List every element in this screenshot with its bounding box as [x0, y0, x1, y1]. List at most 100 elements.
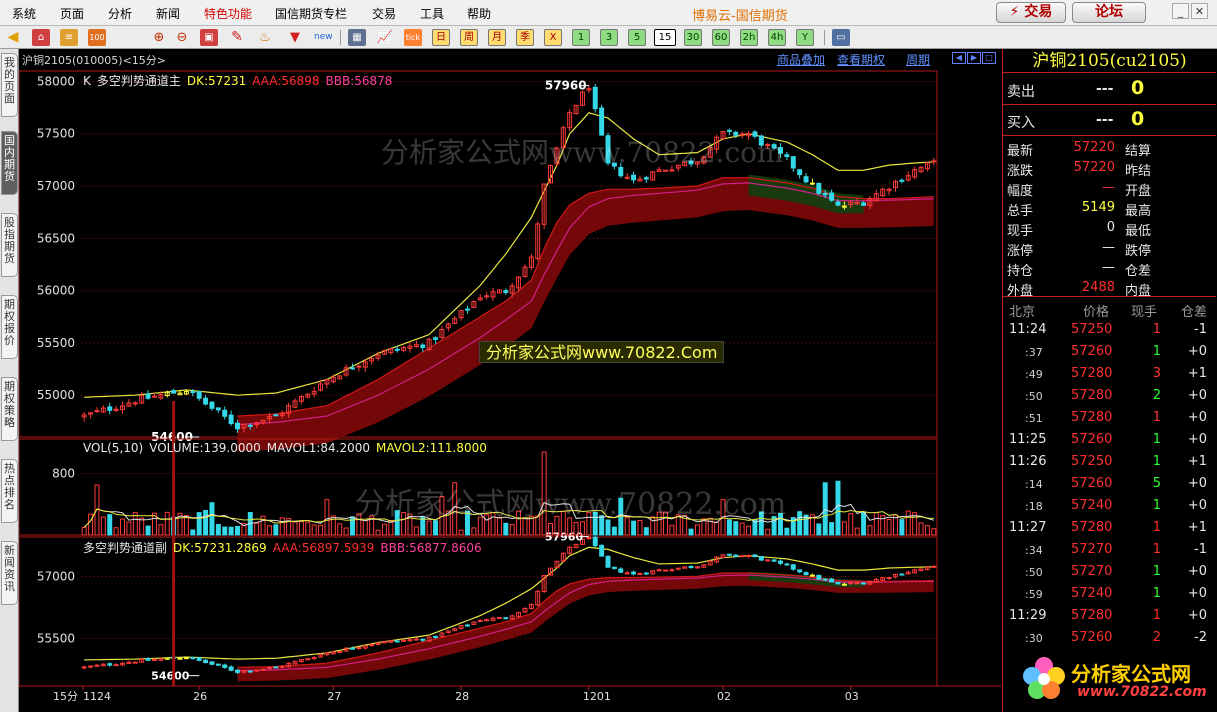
candle-body [132, 402, 138, 405]
main-dk-value: DK:57231 [186, 74, 247, 88]
period-1m-button[interactable]: 1 [572, 29, 590, 46]
candle-body [433, 635, 439, 638]
menu-item-tools[interactable]: 工具 [420, 5, 444, 22]
tick-time: :18 [1025, 500, 1043, 513]
volume-bar [94, 484, 100, 536]
volume-bar [228, 526, 234, 536]
period-year-button[interactable]: Y [796, 29, 814, 46]
candle-body [771, 559, 777, 562]
minimize-icon[interactable]: _ [1172, 3, 1189, 19]
tick-position-change: +0 [1187, 410, 1207, 425]
period-week-button[interactable]: 周 [460, 29, 478, 46]
new-icon[interactable]: new [314, 29, 333, 46]
zoom-in-icon[interactable]: ⊕ [150, 29, 168, 46]
candle-body [822, 192, 828, 196]
hundred-icon[interactable]: 100 [88, 29, 106, 46]
period-4h-button[interactable]: 4h [768, 29, 786, 46]
period-60m-button[interactable]: 60 [712, 29, 730, 46]
sidetab-hot-ranking[interactable]: 热点排名 [1, 459, 18, 523]
period-day-button[interactable]: 日 [432, 29, 450, 46]
contract-code-label: 沪铜2105(010005)<15分> [22, 54, 166, 67]
candle-body [107, 406, 113, 411]
tick-volume: 2 [1152, 388, 1161, 403]
forum-button[interactable]: 论坛 [1072, 2, 1146, 23]
chart-canvas[interactable]: 55000555005600056500570005750058000 57960… [19, 67, 1001, 712]
volume-bar [362, 519, 368, 536]
period-30m-button[interactable]: 30 [684, 29, 702, 46]
commodity-overlay-link[interactable]: 商品叠加 [777, 51, 825, 68]
volume-bar [433, 520, 439, 536]
scroll-left-icon[interactable]: ◀ [952, 52, 966, 64]
tick-volume: 1 [1152, 410, 1161, 425]
candle-body [183, 657, 189, 660]
candle-body [484, 295, 490, 298]
sub-pane-title: 多空判势通道副 [83, 541, 168, 555]
volume-bar [899, 519, 905, 536]
period-x-button[interactable]: X [544, 29, 562, 46]
candle-body [592, 86, 598, 110]
view-options-link[interactable]: 查看期权 [837, 51, 885, 68]
x-tick-label: 28 [455, 690, 469, 703]
close-icon[interactable]: ✕ [1191, 3, 1208, 19]
sidetab-index-futures[interactable]: 股指期货 [1, 213, 18, 277]
volume-bar [541, 451, 547, 536]
volume-bar [592, 511, 598, 536]
quote-value: 2488 [1081, 280, 1115, 295]
period-15m-button[interactable]: 15 [654, 29, 676, 46]
scroll-right-icon[interactable]: ▶ [967, 52, 981, 64]
quote-label: 昨结 [1125, 164, 1152, 179]
monitor-icon[interactable]: ▭ [832, 29, 850, 46]
home-icon[interactable]: ⌂ [32, 29, 50, 46]
tick-row: :50 57280 2 +0 [1003, 385, 1216, 407]
zoom-out-icon[interactable]: ⊖ [173, 29, 191, 46]
menu-item-news[interactable]: 新闻 [156, 5, 180, 22]
menu-item-trade[interactable]: 交易 [372, 5, 396, 22]
candle-body [254, 669, 260, 672]
chart-area[interactable]: 沪铜2105(010005)<15分> 商品叠加 查看期权 周期 ◀ ▶ □ 5… [19, 49, 1001, 712]
period-quarter-button[interactable]: 季 [516, 29, 534, 46]
volume-bar [841, 521, 847, 536]
volume-pane-title: VOL(5,10) [83, 441, 144, 455]
period-2h-button[interactable]: 2h [740, 29, 758, 46]
sidetab-my-page[interactable]: 我的页面 [1, 53, 18, 117]
period-5m-button[interactable]: 5 [628, 29, 646, 46]
sidetab-news[interactable]: 新闻资讯 [1, 541, 18, 605]
volume-bar [714, 521, 720, 536]
menu-item-analysis[interactable]: 分析 [108, 5, 132, 22]
line-chart-icon[interactable]: 📈 [376, 29, 394, 46]
menu-item-guoxin-column[interactable]: 国信期货专栏 [275, 5, 347, 22]
period-month-button[interactable]: 月 [488, 29, 506, 46]
orderbook-bid-row: 买入 --- 0 [1003, 105, 1216, 136]
candle-body [829, 192, 835, 201]
back-arrow-icon[interactable]: ◀ [4, 29, 22, 46]
trade-button[interactable]: ⚡ 交易 [996, 2, 1066, 23]
indicator-icon[interactable]: ♨ [256, 29, 274, 46]
menu-item-help[interactable]: 帮助 [467, 5, 491, 22]
x-tick-label: 1201 [583, 690, 611, 703]
period-link[interactable]: 周期 [906, 51, 930, 68]
menu-item-page[interactable]: 页面 [60, 5, 84, 22]
menu-item-features[interactable]: 特色功能 [204, 5, 252, 22]
candle-body [752, 554, 758, 558]
quote-list-icon[interactable]: ≡ [60, 29, 78, 46]
draw-line-icon[interactable]: ✎ [228, 29, 246, 46]
tick-icon[interactable]: tick [404, 29, 422, 46]
sidetab-options-quotes[interactable]: 期权报价 [1, 295, 18, 359]
quote-value: — [1102, 180, 1115, 195]
period-3m-button[interactable]: 3 [600, 29, 618, 46]
window-icon[interactable]: ▣ [200, 29, 218, 46]
candle-body [394, 640, 400, 643]
table-icon[interactable]: ▦ [348, 29, 366, 46]
candle-body [618, 167, 624, 177]
volume-bar [100, 516, 106, 536]
tick-price: 57240 [1071, 498, 1113, 513]
sidetab-domestic-futures[interactable]: 国内期货 [1, 131, 18, 195]
filter-icon[interactable]: ▼ [286, 29, 304, 46]
y-tick-label: 55500 [37, 631, 75, 645]
menu-item-system[interactable]: 系统 [12, 5, 36, 22]
candle-body [177, 657, 183, 660]
maximize-icon[interactable]: □ [982, 52, 996, 64]
sidetab-options-strategy[interactable]: 期权策略 [1, 377, 18, 441]
tick-row: :49 57280 3 +1 [1003, 363, 1216, 385]
menu-bar: 系统 页面 分析 新闻 特色功能 国信期货专栏 交易 工具 帮助 博易云-国信期… [0, 0, 1217, 26]
